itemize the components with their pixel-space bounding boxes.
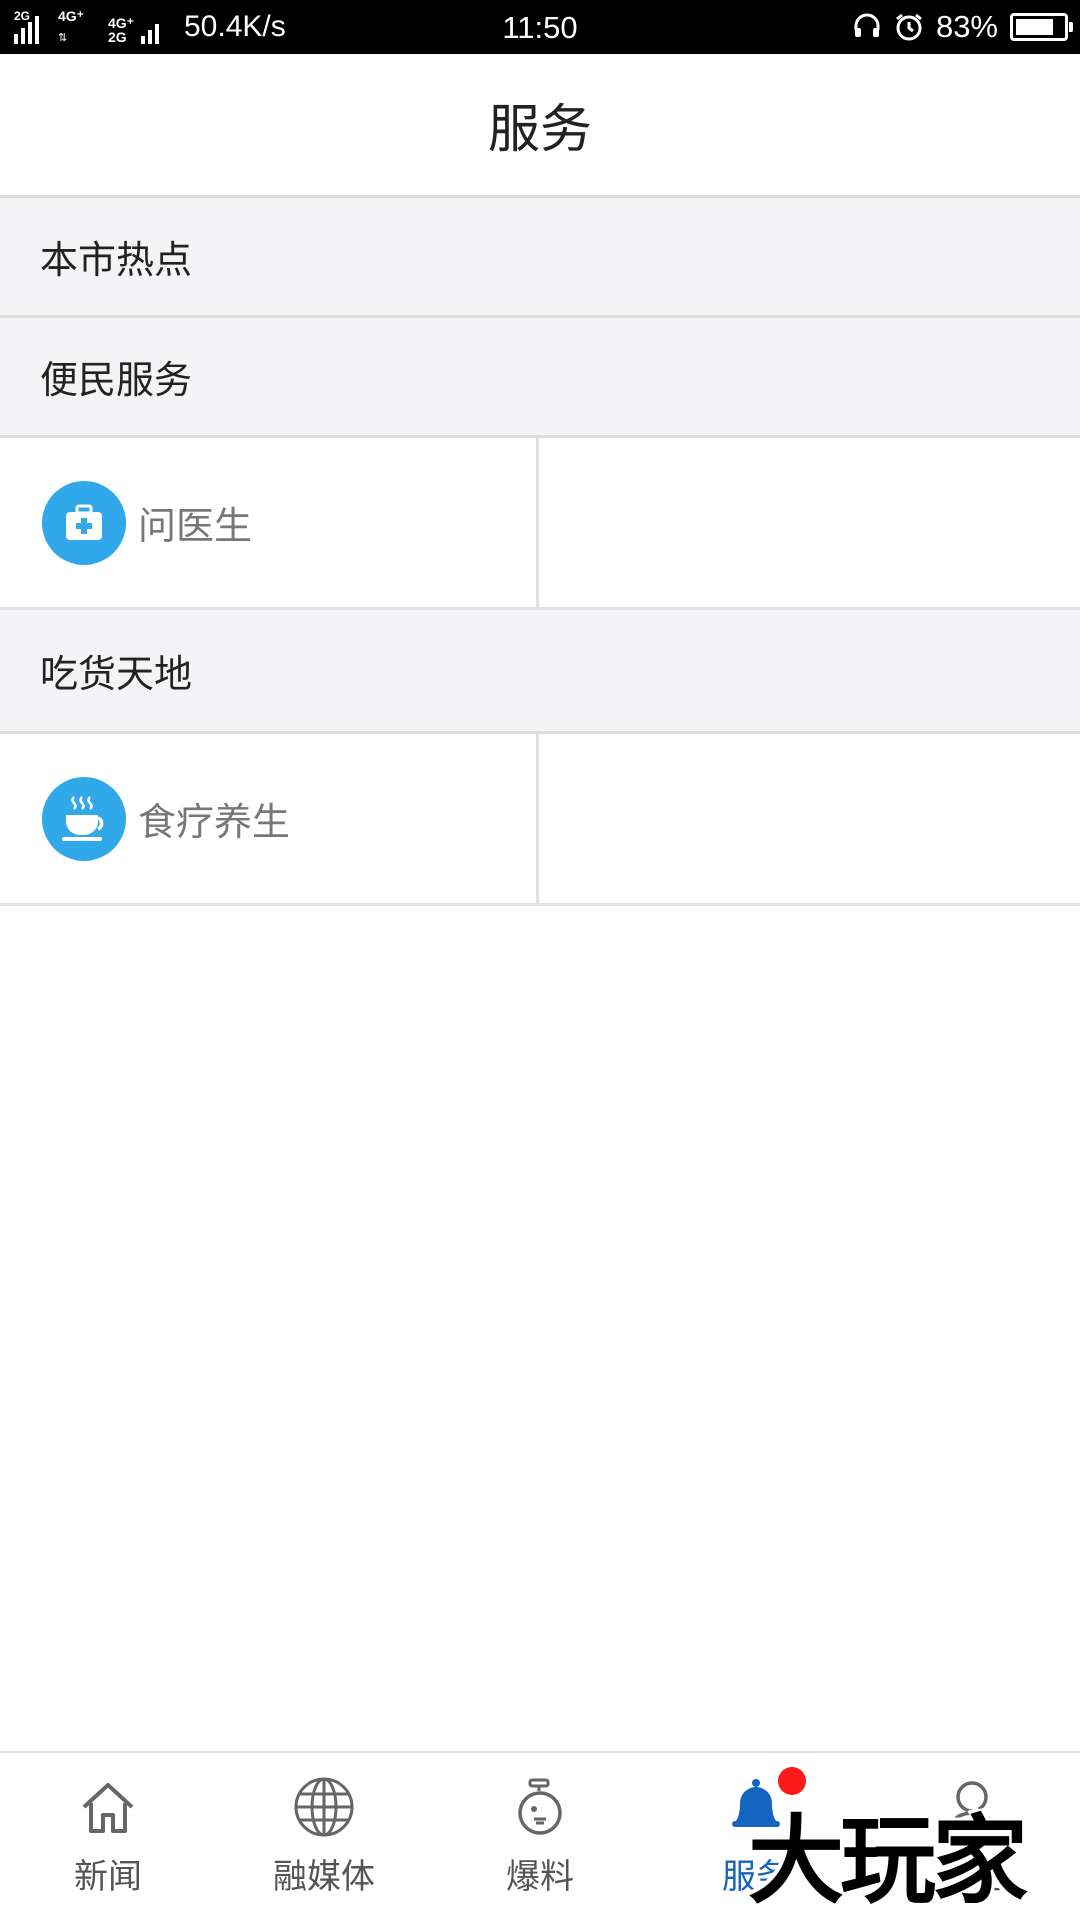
nav-item-news[interactable]: 新闻 xyxy=(0,1753,216,1920)
section-title: 吃货天地 xyxy=(40,652,193,696)
microphone-icon xyxy=(508,1775,572,1839)
battery-percentage: 83% xyxy=(935,9,998,44)
service-item-diet-therapy[interactable]: 食疗养生 xyxy=(0,734,539,903)
headset-icon xyxy=(854,13,880,37)
tea-cup-icon xyxy=(42,776,126,861)
medical-kit-icon xyxy=(42,480,126,565)
battery-level xyxy=(1016,19,1054,35)
nav-label: 融媒体 xyxy=(273,1857,375,1897)
section-title: 本市热点 xyxy=(40,238,193,282)
service-item-label: 问医生 xyxy=(138,504,253,548)
empty-grid-cell xyxy=(539,734,1080,903)
watermark-logo: 大玩家 xyxy=(748,1804,1028,1917)
globe-icon xyxy=(292,1775,356,1839)
page-header: 服务 xyxy=(0,54,1080,198)
section-header-convenience[interactable]: 便民服务 xyxy=(0,318,1080,438)
status-bar-right: 83% xyxy=(852,0,1073,54)
service-item-label: 食疗养生 xyxy=(138,800,291,844)
nav-item-media[interactable]: 融媒体 xyxy=(216,1753,432,1920)
battery-icon xyxy=(1010,13,1073,41)
section-header-hot[interactable]: 本市热点 xyxy=(0,198,1080,318)
service-grid-row: 食疗养生 xyxy=(0,734,1080,906)
empty-grid-cell xyxy=(539,438,1080,607)
home-icon xyxy=(76,1775,140,1839)
nav-label: 爆料 xyxy=(506,1857,574,1897)
service-item-ask-doctor[interactable]: 问医生 xyxy=(0,438,539,607)
section-title: 便民服务 xyxy=(40,358,193,402)
status-bar: 2G 4G⁺ ⇅ 4G⁺ 2G 50.4K/s 11:50 83% xyxy=(0,0,1080,54)
nav-label: 新闻 xyxy=(74,1857,142,1897)
alarm-icon xyxy=(896,13,922,41)
page-title: 服务 xyxy=(487,100,592,160)
section-header-food[interactable]: 吃货天地 xyxy=(0,610,1080,734)
nav-item-report[interactable]: 爆料 xyxy=(432,1753,648,1920)
notification-badge xyxy=(778,1767,806,1795)
service-grid-row: 问医生 xyxy=(0,438,1080,610)
